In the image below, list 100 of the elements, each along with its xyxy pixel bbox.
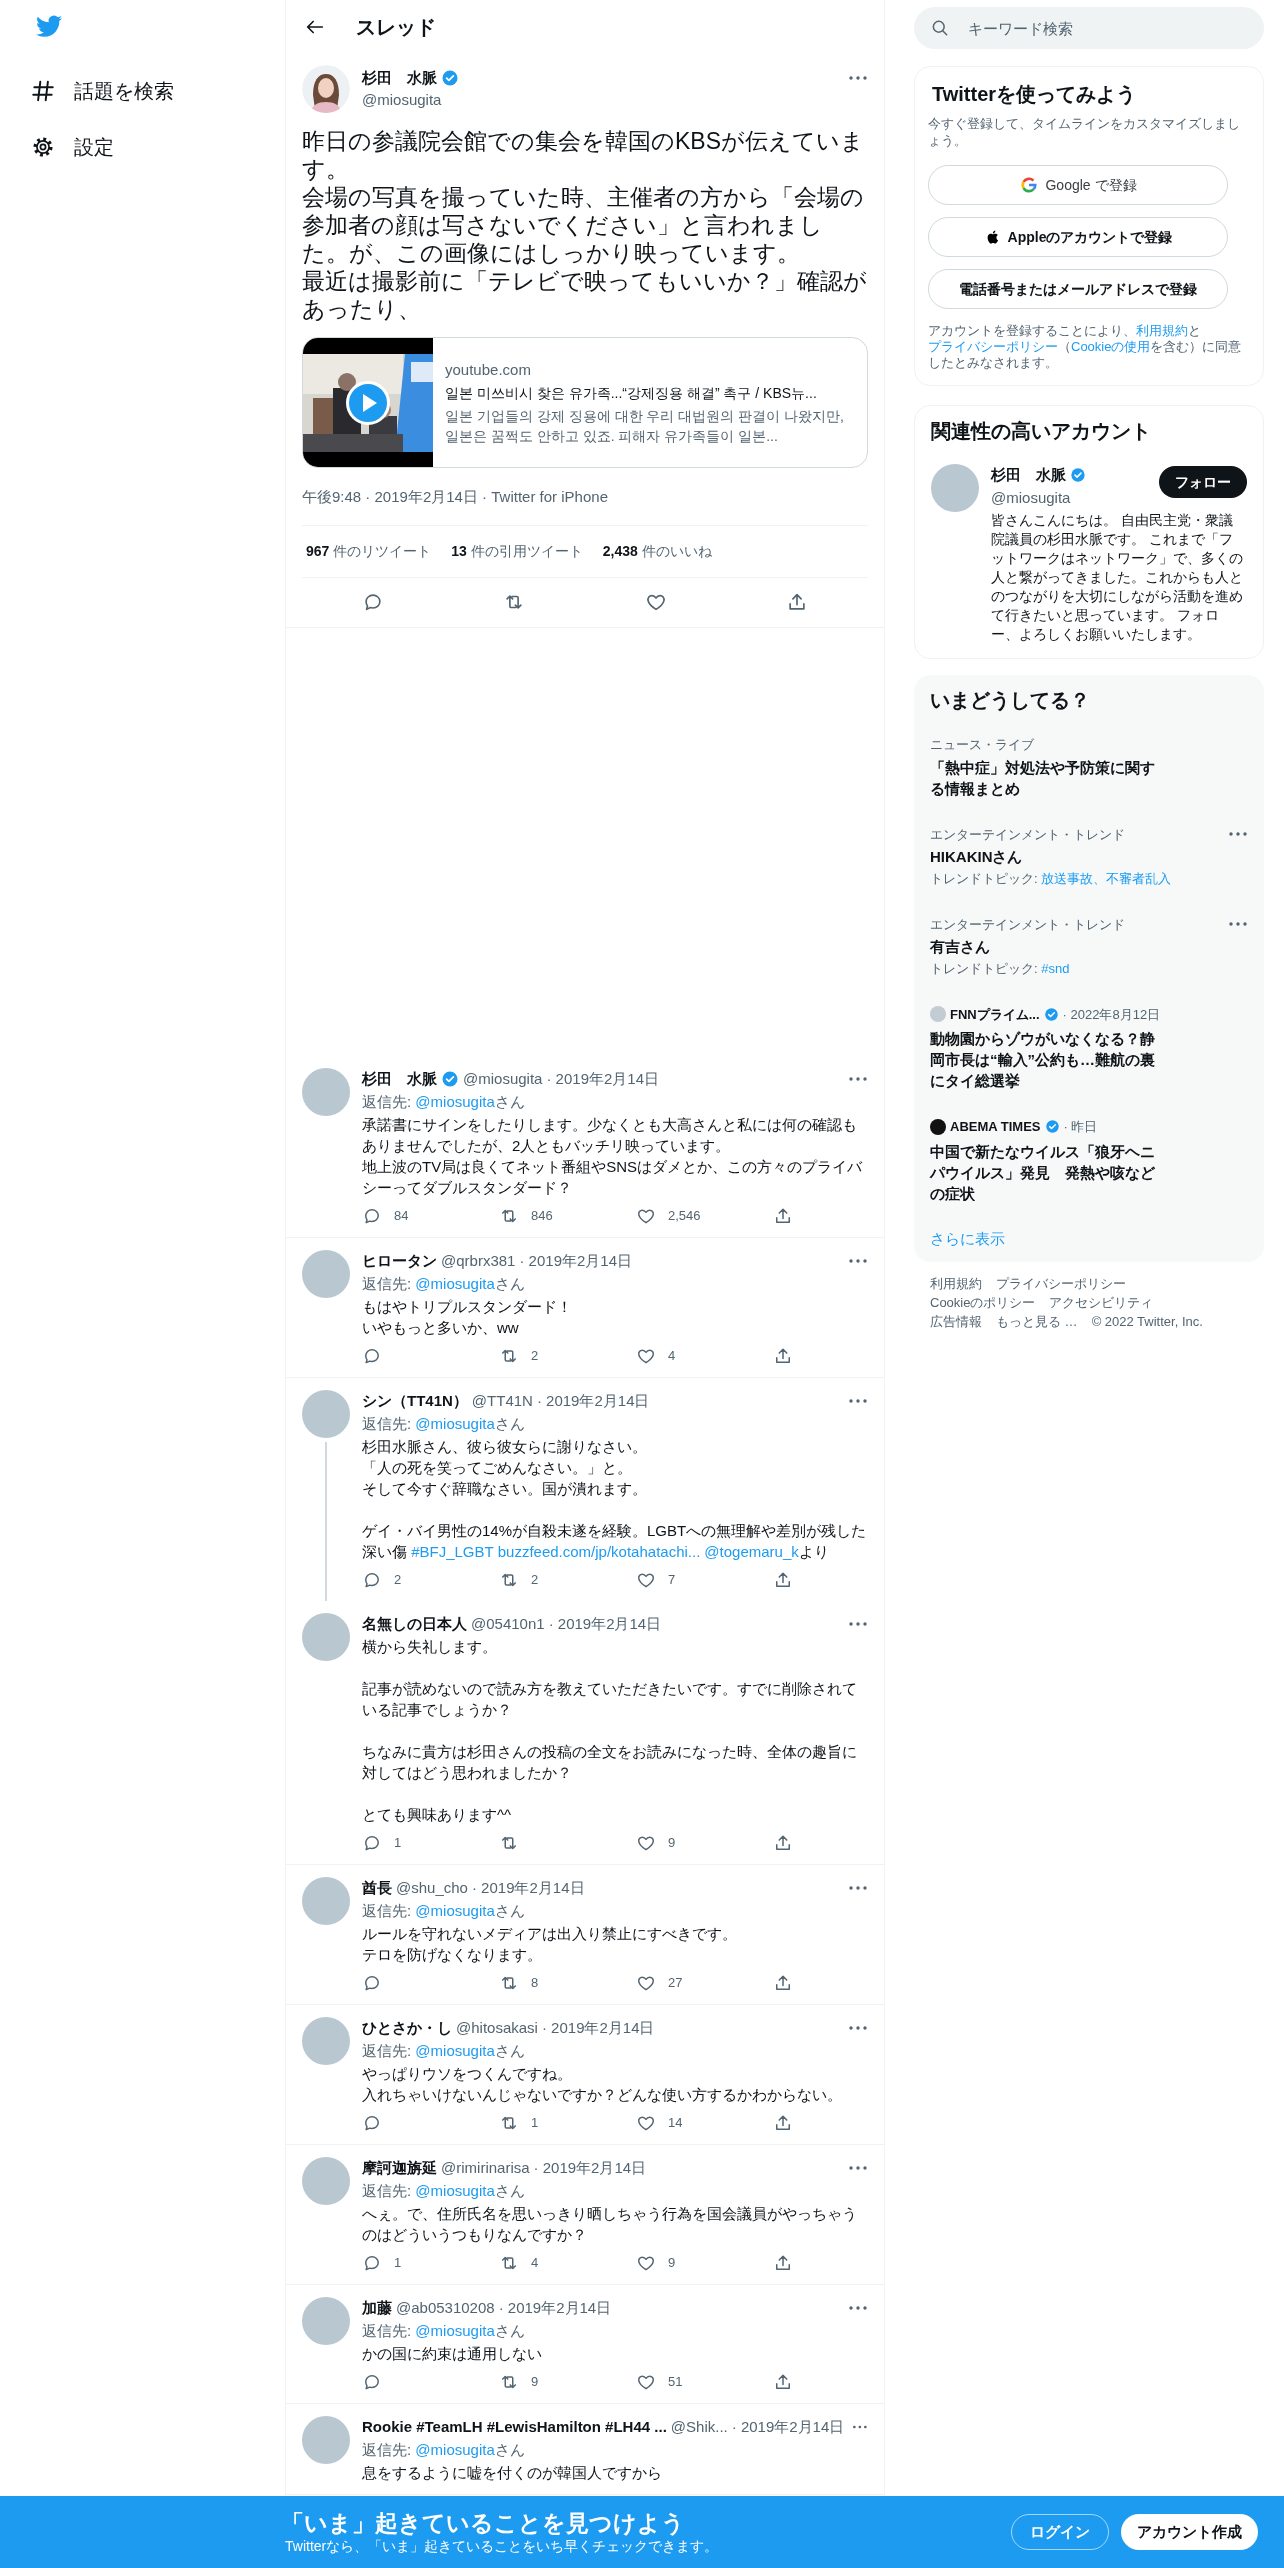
avatar[interactable] <box>302 2415 350 2464</box>
user-handle[interactable]: @shu_cho <box>396 1876 468 1900</box>
like-button[interactable]: 27 <box>636 1972 773 1993</box>
avatar[interactable] <box>302 1876 350 1925</box>
link-card[interactable]: youtube.com 일본 미쓰비시 찾은 유가족...“강제징용 해결” 촉구 / KBS뉴... 일본 기업들의 강제 징용에 대한 우리 대법원의 판결이 나왔지만, 일본은 꿈쩍도 안하고 있죠. 피해자 유가족들이 일본... <box>302 337 868 468</box>
user-name[interactable]: 摩訶迦旃延 <box>362 2156 437 2180</box>
user-name[interactable]: シン（TT41N） <box>362 1389 468 1413</box>
reply-button[interactable]: 2 <box>362 1569 499 1590</box>
signup-button[interactable]: アカウント作成 <box>1121 2514 1258 2550</box>
user-name[interactable]: 杉田 水脈 <box>362 66 437 89</box>
user-name[interactable]: ひとさか・し <box>362 2016 452 2040</box>
reply-to-text: 返信先: @miosugitaさん <box>362 2040 526 2061</box>
user-handle[interactable]: @Shik... <box>670 2415 728 2439</box>
user-handle[interactable]: @ab05310208 <box>396 2296 495 2320</box>
footer-link[interactable]: もっと見る … <box>996 1312 1078 1331</box>
trend-item[interactable]: エンターテインメント・トレンド HIKAKINさん トレンドトピック: 放送事故、不審者乱入 <box>914 804 1264 895</box>
tweet-date[interactable]: · 2019年2月14日 <box>519 1249 632 1273</box>
more-icon <box>848 75 868 81</box>
avatar[interactable] <box>302 2296 350 2345</box>
footer-link[interactable]: © 2022 Twitter, Inc. <box>1091 1312 1203 1331</box>
tweet-date[interactable]: · 2019年2月14日 <box>536 1389 650 1413</box>
reply-to-text: 返信先: @miosugitaさん <box>362 2180 526 2201</box>
nav-link[interactable]: 話題を検索 <box>74 76 174 106</box>
user-name[interactable]: Rookie #TeamLH #LewisHamilton #LH44 ... <box>362 2415 667 2439</box>
tweet-date[interactable]: · 2019年2月14日 <box>533 2156 647 2180</box>
footer-link[interactable]: 利用規約 <box>930 1274 982 1293</box>
stat-link[interactable]: 13 件の引用ツイート <box>451 540 583 562</box>
reply-text: 杉田水脈さん、彼ら彼女らに謝りなさい。 <box>362 1436 648 1457</box>
more-icon <box>1228 921 1248 928</box>
tweet-date[interactable]: · 2019年2月14日 <box>498 2296 612 2320</box>
banner-subtitle: Twitterなら、「いま」起きていることをいち早くチェックできます。 <box>285 2537 720 2555</box>
footer-link[interactable]: Cookieのポリシー <box>930 1293 1036 1312</box>
footer-link[interactable]: 広告情報 <box>930 1312 982 1331</box>
news-date: · 昨日 <box>1063 1118 1098 1136</box>
user-name[interactable]: 加藤 <box>362 2296 392 2320</box>
tweet-date[interactable]: · 2019年2月14日 <box>471 1876 585 1900</box>
follow-button[interactable]: フォロー <box>1159 466 1247 498</box>
like-button[interactable]: 7 <box>636 1569 773 1590</box>
avatar[interactable] <box>302 1389 350 1438</box>
user-handle[interactable]: @qrbrx381 <box>441 1249 516 1273</box>
tweet-date[interactable]: · 2019年2月14日 <box>548 1612 662 1636</box>
search-bar[interactable]: キーワード検索 <box>914 7 1264 49</box>
trend-item[interactable]: エンターテインメント・トレンド 有吉さん トレンドトピック: #snd <box>914 894 1264 985</box>
user-handle[interactable]: @miosugita <box>991 486 1159 509</box>
more-icon <box>1228 831 1248 838</box>
user-name[interactable]: 名無しの日本人 <box>362 1612 467 1636</box>
like-button[interactable]: 14 <box>636 2112 773 2133</box>
retweet-button[interactable]: 2 <box>499 1569 636 1590</box>
like-button[interactable]: 9 <box>636 2252 773 2273</box>
avatar[interactable] <box>302 1249 350 1298</box>
retweet-button[interactable]: 8 <box>499 1972 636 1993</box>
avatar[interactable] <box>302 2156 350 2205</box>
nav-link[interactable]: 設定 <box>74 132 114 162</box>
like-button[interactable]: 4 <box>636 1345 773 1366</box>
avatar[interactable] <box>302 1067 350 1116</box>
trend-item[interactable]: FNNプライム... · 2022年8月12日 動物園からゾウがいなくなる？静岡市長は“輸入”公約も…難航の裏にタイ総選挙 <box>914 984 1264 1097</box>
avatar[interactable] <box>302 2016 350 2065</box>
user-handle[interactable]: @hitosakasi <box>456 2016 538 2040</box>
retweet-button[interactable]: 9 <box>499 2371 636 2392</box>
bird-logo[interactable] <box>34 14 64 40</box>
news-source: FNNプライム... <box>950 1005 1040 1024</box>
footer-link[interactable]: プライバシーポリシー <box>996 1274 1126 1293</box>
user-name[interactable]: 杉田 水脈 <box>362 1067 437 1091</box>
user-name[interactable]: 酋長 <box>362 1876 392 1900</box>
user-name[interactable]: ヒロータン <box>362 1249 437 1273</box>
user-name[interactable]: 杉田 水脈 <box>991 464 1066 487</box>
tweet-date[interactable]: · 2019年2月14日 <box>731 2415 845 2439</box>
reply-text: かの国に約束は通用しない <box>362 2343 543 2364</box>
trend-title: 有吉さん <box>930 937 991 957</box>
trend-item[interactable]: ニュース・ライブ 「熱中症」対処法や予防策に関する情報まとめ <box>914 715 1264 805</box>
user-handle[interactable]: @05410n1 <box>471 1612 545 1636</box>
like-button[interactable]: 2,546 <box>636 1205 773 1226</box>
stat-link[interactable]: 2,438 件のいいね <box>602 540 712 562</box>
avatar[interactable] <box>931 464 979 512</box>
reply-text: 地上波のTV局は良くてネット番組やSNSはダメとか、この方々のプライバシーってダブルスタンダード？ <box>362 1156 864 1198</box>
reply-text: いやもっと多いか、ww <box>362 1317 520 1338</box>
like-button[interactable]: 51 <box>636 2371 773 2392</box>
user-handle[interactable]: @TT41N <box>471 1389 533 1413</box>
user-handle[interactable]: @miosugita <box>463 1067 543 1091</box>
trend-item[interactable]: ABEMA TIMES · 昨日 中国で新たなウイルス「狼牙ヘニパウイルス」発見 発熱や咳などの症状 <box>914 1097 1264 1210</box>
retweet-button[interactable]: 4 <box>499 2252 636 2273</box>
user-handle[interactable]: @rimirinarisa <box>441 2156 530 2180</box>
retweet-button[interactable]: 846 <box>499 1205 636 1226</box>
retweet-button[interactable]: 2 <box>499 1345 636 1366</box>
reply-button[interactable]: 84 <box>362 1205 499 1226</box>
user-handle[interactable]: @miosugita <box>362 89 836 112</box>
retweet-button[interactable]: 1 <box>499 2112 636 2133</box>
reply-text: 記事が読めないので読み方を教えていただきたいです。すでに削除されている記事でしょうか？ <box>362 1678 858 1720</box>
play-icon[interactable] <box>346 381 390 425</box>
stat-link[interactable]: 967 件のリツイート <box>306 540 432 562</box>
avatar[interactable] <box>302 1612 350 1661</box>
more-icon <box>848 1398 868 1404</box>
tweet-date[interactable]: · 2019年2月14日 <box>546 1067 659 1091</box>
reply-button[interactable]: 1 <box>362 2252 499 2273</box>
footer-link[interactable]: アクセシビリティ <box>1049 1293 1154 1312</box>
search-field[interactable]: キーワード検索 <box>968 7 1264 49</box>
like-button[interactable]: 9 <box>636 1832 773 1853</box>
tweet-date[interactable]: · 2019年2月14日 <box>541 2016 655 2040</box>
reply-button[interactable]: 1 <box>362 1832 499 1853</box>
trend-category: エンターテインメント・トレンド <box>930 825 1125 844</box>
